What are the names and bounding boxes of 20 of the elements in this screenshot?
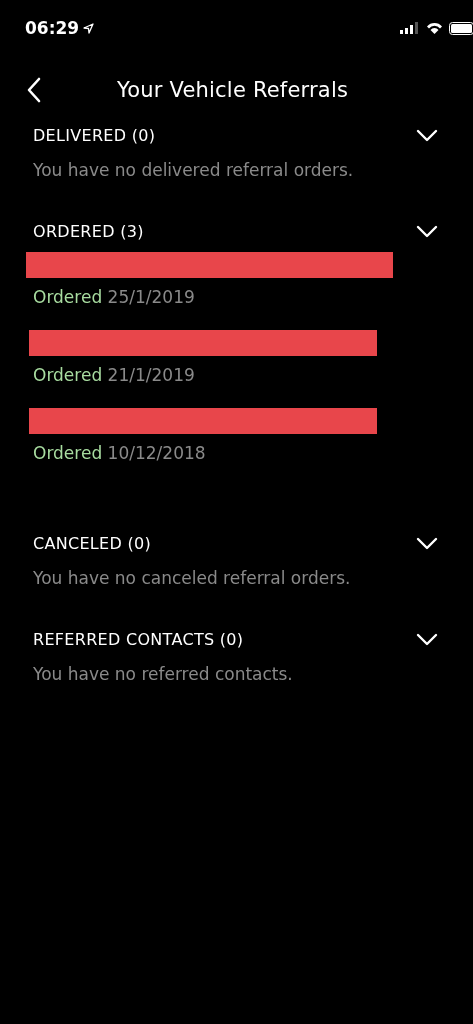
empty-message: You have no delivered referral orders. xyxy=(33,159,355,182)
empty-message: You have no canceled referral orders. xyxy=(33,567,352,590)
status-time: 06:29 xyxy=(25,18,80,38)
chevron-down-icon[interactable] xyxy=(416,536,438,550)
battery-icon xyxy=(449,21,473,35)
chevron-down-icon[interactable] xyxy=(416,224,438,238)
order-status: Ordered 10/12/2018 xyxy=(33,442,207,465)
signal-icon xyxy=(400,22,420,34)
location-arrow-icon xyxy=(83,22,95,34)
chevron-down-icon[interactable] xyxy=(416,128,438,142)
chevron-down-icon[interactable] xyxy=(416,632,438,646)
order-status: Ordered 25/1/2019 xyxy=(33,286,196,309)
screen-title: Your Vehicle Referrals xyxy=(117,78,349,102)
section-title: DELIVERED (0) xyxy=(33,125,156,145)
wifi-icon xyxy=(426,22,443,34)
section-title: REFERRED CONTACTS (0) xyxy=(33,629,244,649)
section-title: CANCELED (0) xyxy=(33,533,152,553)
empty-message: You have no referred contacts. xyxy=(33,663,294,686)
order-status: Ordered 21/1/2019 xyxy=(33,364,196,387)
section-title: ORDERED (3) xyxy=(33,221,144,241)
